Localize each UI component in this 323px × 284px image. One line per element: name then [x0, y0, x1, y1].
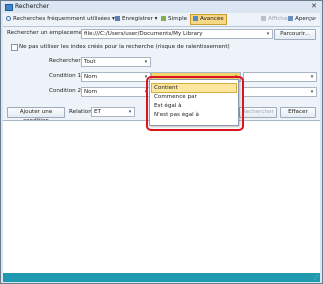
save-button[interactable]: Enregistrer ▾	[115, 15, 157, 24]
preview-button[interactable]: Aperçu	[288, 15, 315, 24]
location-value: file:///C:/Users/user/Documents/My Libra…	[84, 31, 203, 37]
condition1-label: Condition 1 :	[49, 73, 85, 79]
preview-icon	[288, 16, 293, 21]
frequent-searches-button[interactable]: Recherches fréquemment utilisées ▾	[6, 15, 115, 24]
chevron-down-icon[interactable]: ▾	[309, 88, 315, 96]
resize-grip-icon[interactable]: ⋰	[314, 276, 319, 281]
title-bar: Rechercher ✕	[1, 1, 322, 13]
search-window: Rechercher ✕ Recherches fréquemment util…	[0, 0, 323, 284]
condition2-value-input[interactable]: ▾	[243, 87, 317, 97]
search-icon	[6, 16, 11, 21]
display-icon	[261, 16, 266, 21]
condition2-field-value: Nom	[84, 89, 98, 95]
advanced-search-icon	[193, 16, 198, 21]
collapse-arrow-icon[interactable]: ⇨	[312, 15, 317, 24]
chevron-down-icon[interactable]: ▾	[309, 73, 315, 81]
advanced-label: Avancée	[200, 16, 224, 22]
add-condition-button[interactable]: Ajouter une condition	[7, 107, 65, 124]
relation-select[interactable]: ET ▾	[91, 107, 135, 117]
menu-item-contains[interactable]: Contient	[151, 83, 237, 93]
chevron-down-icon[interactable]: ▾	[265, 30, 271, 38]
app-icon	[5, 4, 13, 11]
chevron-down-icon: ▾	[154, 16, 158, 22]
simple-label: Simple	[168, 16, 188, 22]
location-field[interactable]: file:///C:/Users/user/Documents/My Libra…	[81, 29, 273, 39]
results-area	[3, 120, 320, 274]
condition1-value-input[interactable]: ▾	[243, 72, 317, 82]
condition1-field-value: Nom	[84, 74, 98, 80]
close-icon[interactable]: ✕	[308, 2, 320, 11]
index-option-label: Ne pas utiliser les index créés pour la …	[19, 44, 230, 50]
status-bar: ⋰	[3, 273, 320, 282]
relation-value: ET	[94, 109, 101, 115]
search-field-select[interactable]: Tout ▾	[81, 57, 151, 67]
display-button[interactable]: Afficher	[261, 15, 290, 24]
chevron-down-icon[interactable]: ▾	[143, 58, 149, 66]
condition2-field-select[interactable]: Nom ▾	[81, 87, 151, 97]
condition1-field-select[interactable]: Nom ▾	[81, 72, 151, 82]
browse-button[interactable]: Parcourir...	[274, 29, 316, 40]
save-icon	[115, 16, 120, 21]
location-label: Rechercher un emplacement :	[7, 30, 92, 36]
frequent-searches-label: Recherches fréquemment utilisées	[13, 16, 111, 22]
display-label: Afficher	[268, 16, 290, 22]
toolbar: Recherches fréquemment utilisées ▾ Enreg…	[3, 13, 320, 27]
simple-mode-button[interactable]: Simple	[161, 15, 187, 24]
save-label: Enregistrer	[122, 16, 153, 22]
index-checkbox[interactable]	[11, 44, 18, 51]
menu-item-equals[interactable]: Est égal à	[152, 102, 236, 110]
condition2-label: Condition 2 :	[49, 88, 85, 94]
search-field-value: Tout	[84, 59, 96, 65]
menu-item-not-equals[interactable]: N'est pas égal à	[152, 111, 236, 119]
advanced-mode-button[interactable]: Avancée	[190, 14, 227, 25]
menu-item-starts-with[interactable]: Commence par	[152, 93, 236, 101]
clear-button[interactable]: Effacer	[280, 107, 316, 118]
chevron-down-icon[interactable]: ▾	[127, 108, 133, 116]
simple-search-icon	[161, 16, 166, 21]
window-title: Rechercher	[15, 3, 49, 10]
search-button[interactable]: Rechercher	[239, 107, 277, 118]
operator-dropdown-menu: Contient Commence par Est égal à N'est p…	[149, 79, 239, 126]
search-field-label: Rechercher :	[49, 58, 85, 64]
